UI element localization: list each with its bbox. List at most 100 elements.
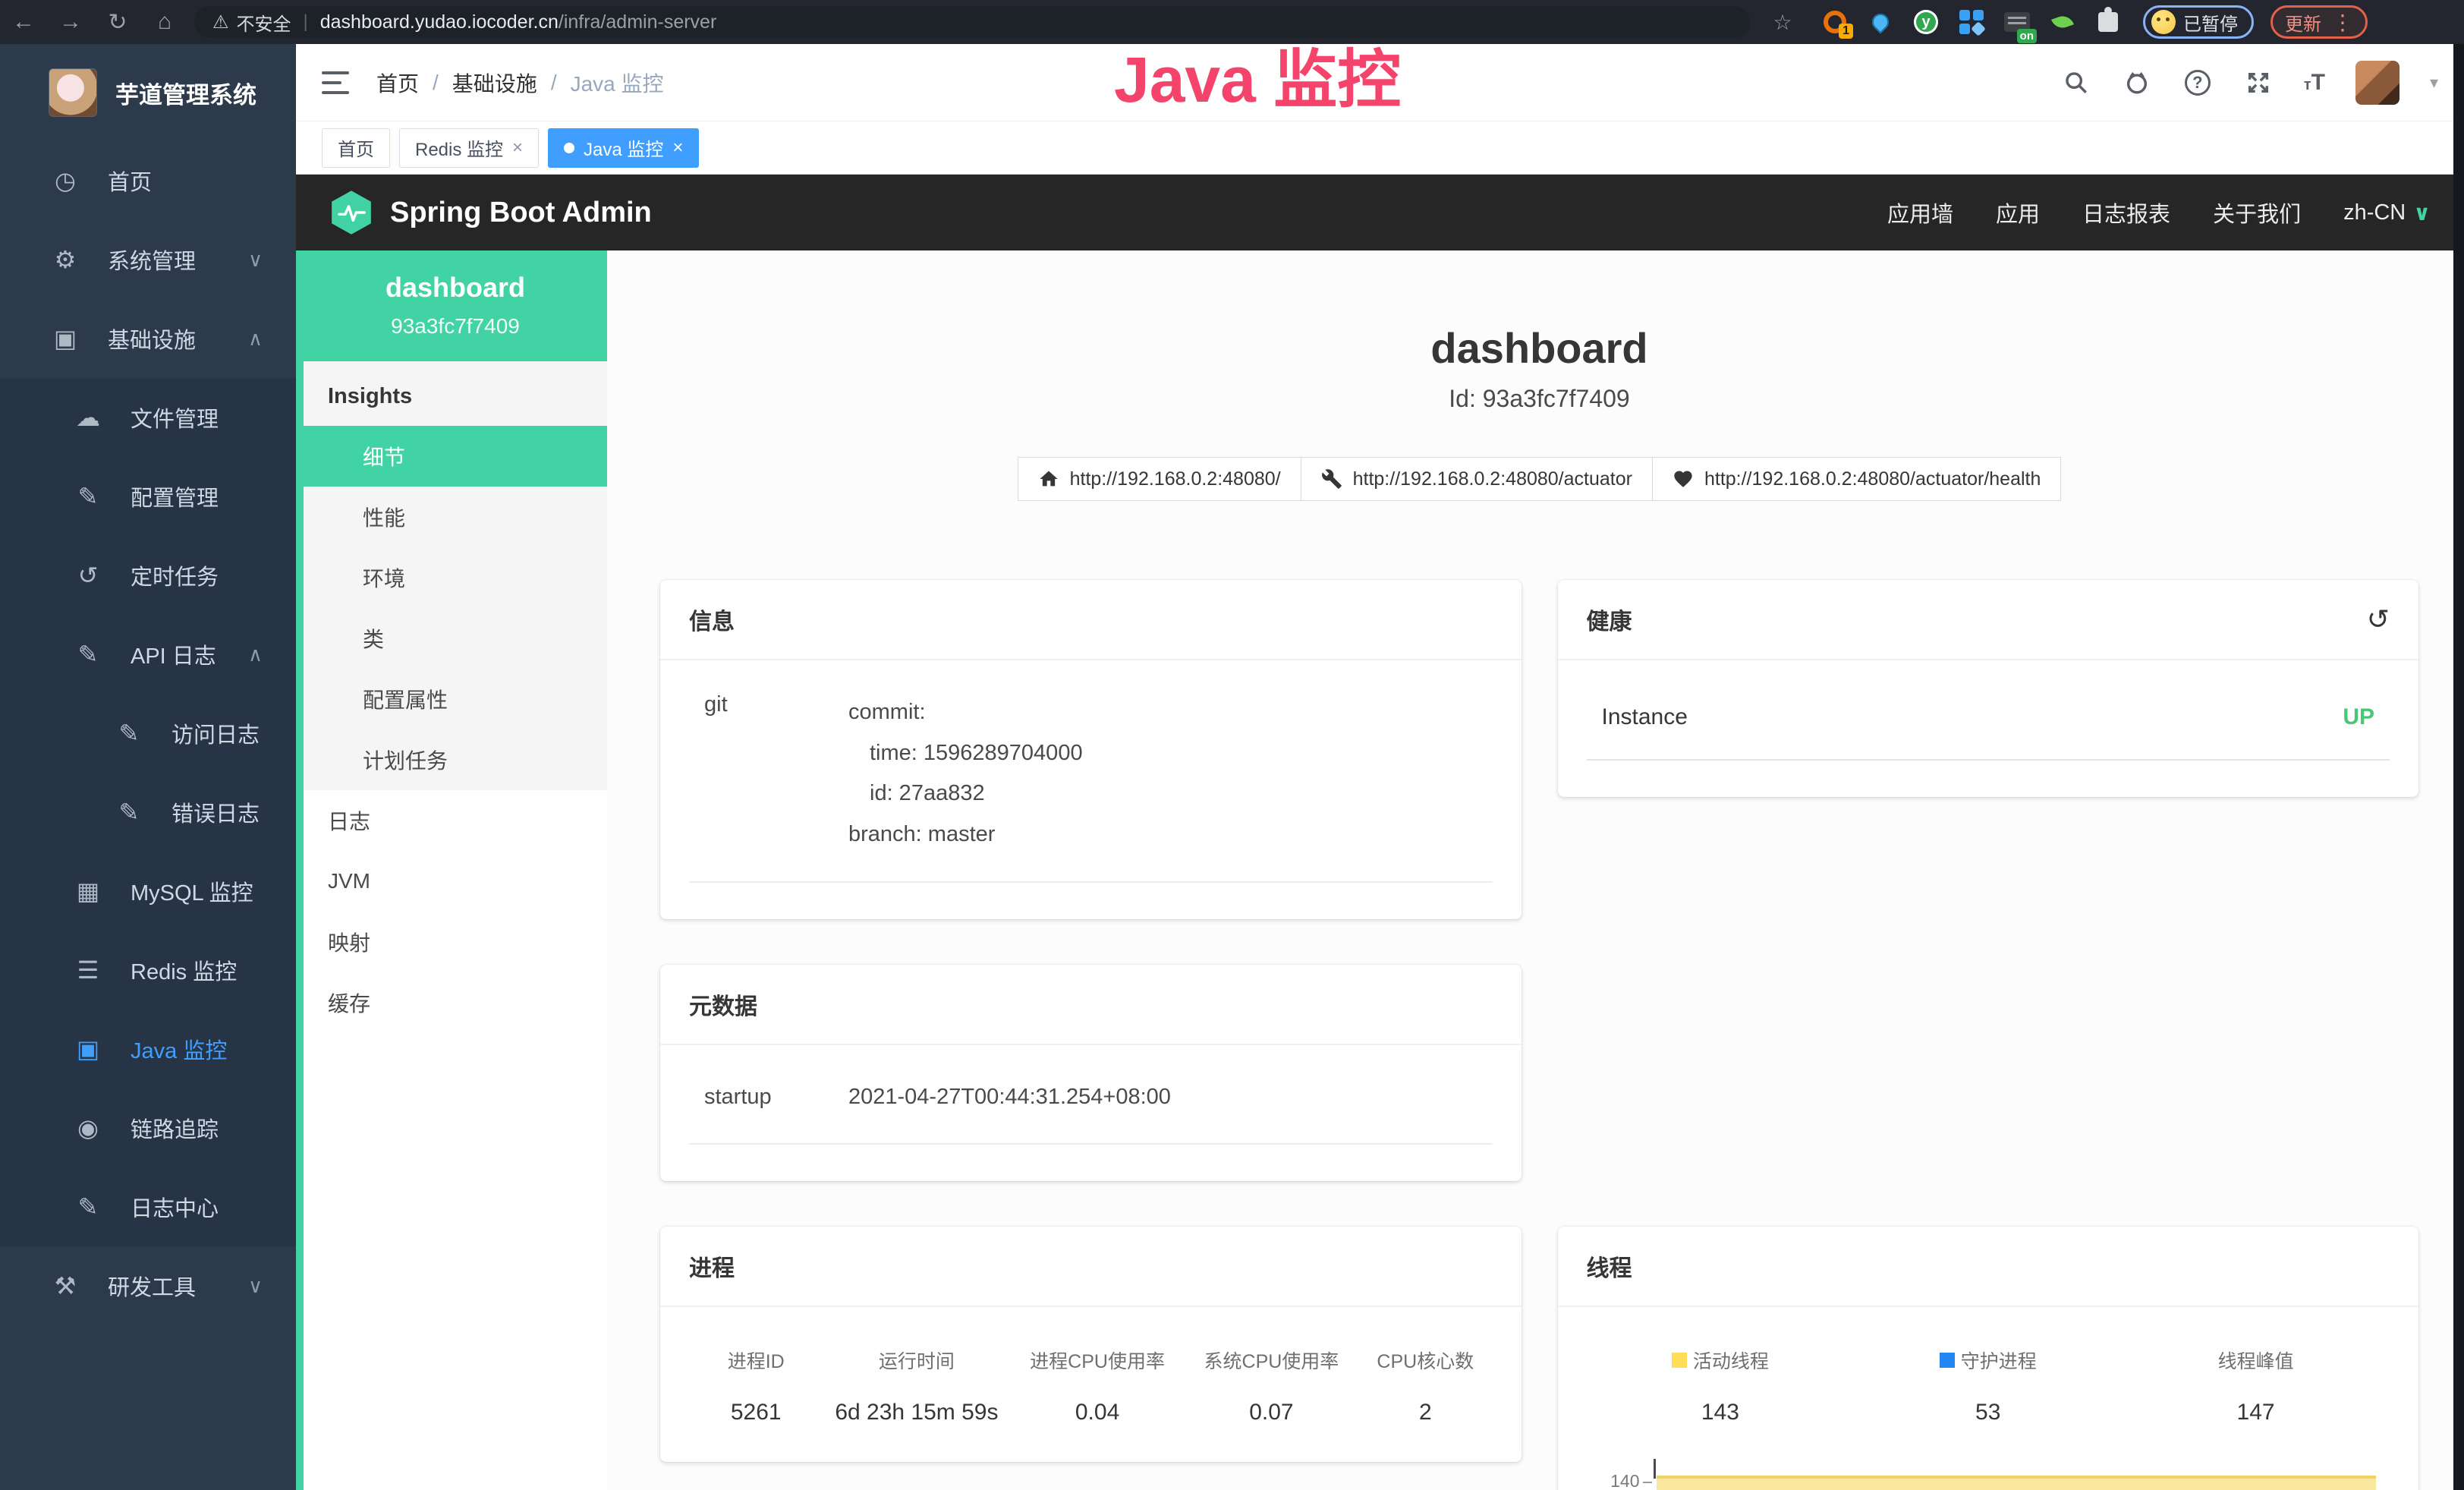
column-header: 进程CPU使用率 <box>1010 1347 1184 1374</box>
security-label[interactable]: 不安全 <box>237 9 291 36</box>
sba-item-scheduled[interactable]: 计划任务 <box>304 729 607 790</box>
sidebar-item-label: 定时任务 <box>131 559 219 591</box>
browser-profile-button[interactable]: 已暂停 <box>2143 5 2254 39</box>
extension-icon-grid[interactable] <box>1958 8 1985 36</box>
column-header: 进程ID <box>689 1347 823 1374</box>
extension-icon-leaf[interactable] <box>2049 8 2076 36</box>
gear-icon: ⚙ <box>50 245 80 274</box>
sidebar-item-label: 链路追踪 <box>131 1112 219 1144</box>
browser-forward-icon[interactable]: → <box>47 9 94 35</box>
tab-label: 首页 <box>338 134 374 161</box>
instance-url-button[interactable]: http://192.168.0.2:48080/ <box>1018 457 1301 501</box>
legend-label: 守护进程 <box>1961 1347 2037 1374</box>
screen: ← → ↻ ⌂ ⚠ 不安全 | dashboard.yudao.iocoder.… <box>0 0 2464 1490</box>
tab-redis-monitor[interactable]: Redis 监控 × <box>399 128 539 168</box>
fullscreen-icon[interactable] <box>2243 68 2274 98</box>
metadata-key: startup <box>689 1085 848 1110</box>
extension-icon-pin[interactable] <box>1867 8 1894 36</box>
actuator-url-button[interactable]: http://192.168.0.2:48080/actuator <box>1301 457 1653 501</box>
browser-reload-icon[interactable]: ↻ <box>94 9 141 36</box>
close-icon[interactable]: × <box>512 137 523 159</box>
health-instance-row: Instance UP <box>1587 692 2390 761</box>
metadata-value: 2021-04-27T00:44:31.254+08:00 <box>848 1077 1171 1118</box>
address-bar[interactable]: ⚠ 不安全 | dashboard.yudao.iocoder.cn/infra… <box>194 6 1750 38</box>
sidebar-logo-row[interactable]: 芋道管理系统 <box>0 44 296 141</box>
sidebar-item-java-monitor[interactable]: ▣ Java 监控 <box>0 1010 296 1088</box>
sba-nav-about[interactable]: 关于我们 <box>2213 197 2301 228</box>
sidebar-item-home[interactable]: ◷ 首页 <box>0 141 296 220</box>
user-avatar[interactable] <box>2355 61 2399 105</box>
cell-value: 0.04 <box>1010 1400 1184 1425</box>
breadcrumb-infrastructure[interactable]: 基础设施 <box>452 68 537 98</box>
sidebar-item-label: API 日志 <box>131 638 216 670</box>
extension-icon-y[interactable]: y <box>1912 8 1940 36</box>
sidebar-item-infrastructure[interactable]: ▣ 基础设施 ∧ <box>0 299 296 378</box>
y-axis-line <box>1654 1459 1656 1479</box>
edit-icon: ✎ <box>73 482 103 511</box>
sidebar-item-api-logs[interactable]: ✎ API 日志 ∧ <box>0 615 296 694</box>
health-url-button[interactable]: http://192.168.0.2:48080/actuator/health <box>1653 457 2061 501</box>
column-header: 运行时间 <box>823 1347 1010 1374</box>
breadcrumb-home[interactable]: 首页 <box>376 68 419 98</box>
sba-language-select[interactable]: zh-CN ∨ <box>2343 200 2431 225</box>
sidebar-item-tracing[interactable]: ◉ 链路追踪 <box>0 1088 296 1167</box>
card-title: 信息 <box>689 603 735 636</box>
sba-item-jvm[interactable]: JVM <box>304 851 607 912</box>
sidebar-item-access-logs[interactable]: ✎ 访问日志 <box>0 694 296 773</box>
sidebar-menu: ◷ 首页 ⚙ 系统管理 ∨ ▣ 基础设施 ∧ ☁ 文件管理 ✎ 配置管 <box>0 141 296 1325</box>
cell-value: 0.07 <box>1185 1400 1358 1425</box>
extension-icon-tampermonkey[interactable]: on <box>2003 8 2031 36</box>
browser-home-icon[interactable]: ⌂ <box>141 9 188 35</box>
search-icon[interactable] <box>2061 68 2091 98</box>
sba-item-classes[interactable]: 类 <box>304 608 607 669</box>
sba-item-logs[interactable]: 日志 <box>304 790 607 851</box>
sidebar-item-config-management[interactable]: ✎ 配置管理 <box>0 457 296 536</box>
help-icon[interactable]: ? <box>2182 68 2213 98</box>
github-icon[interactable] <box>2122 68 2152 98</box>
sba-nav-wallboard[interactable]: 应用墙 <box>1887 197 1953 228</box>
sba-brand-title[interactable]: Spring Boot Admin <box>390 197 652 229</box>
browser-menu-icon[interactable]: ⋮ <box>2332 10 2353 35</box>
sba-item-caches[interactable]: 缓存 <box>304 972 607 1033</box>
font-size-icon[interactable]: тT <box>2304 70 2325 96</box>
hamburger-icon[interactable] <box>322 71 349 94</box>
extension-icon-orange[interactable]: 1 <box>1821 8 1849 36</box>
sba-item-metrics[interactable]: 性能 <box>304 487 607 547</box>
bookmark-star-icon[interactable]: ☆ <box>1764 10 1802 35</box>
process-card: 进程 进程ID5261 运行时间6d 23h 15m 59s 进程CPU使用率0… <box>660 1227 1522 1462</box>
sidebar-item-system[interactable]: ⚙ 系统管理 ∨ <box>0 220 296 299</box>
sidebar-item-log-center[interactable]: ✎ 日志中心 <box>0 1167 296 1246</box>
legend-swatch-daemon <box>1940 1353 1955 1368</box>
page-url[interactable]: dashboard.yudao.iocoder.cn/infra/admin-s… <box>320 11 717 33</box>
sidebar-item-scheduled-tasks[interactable]: ↺ 定时任务 <box>0 536 296 615</box>
sidebar-item-devtools[interactable]: ⚒ 研发工具 ∨ <box>0 1246 296 1325</box>
sidebar-item-label: 首页 <box>108 165 152 197</box>
sba-item-mappings[interactable]: 映射 <box>304 912 607 972</box>
sba-nav-journal[interactable]: 日志报表 <box>2082 197 2170 228</box>
legend-value: 53 <box>1854 1400 2122 1425</box>
extensions-puzzle-icon[interactable] <box>2094 8 2122 36</box>
sba-item-details[interactable]: 细节 <box>304 426 607 487</box>
sidebar-item-error-logs[interactable]: ✎ 错误日志 <box>0 773 296 852</box>
sba-item-environment[interactable]: 环境 <box>304 547 607 608</box>
history-icon[interactable]: ↺ <box>2367 603 2390 635</box>
sba-nav-applications[interactable]: 应用 <box>1996 197 2040 228</box>
caret-down-icon[interactable]: ▾ <box>2430 73 2438 93</box>
header-actions: ? тT ▾ <box>2061 61 2438 105</box>
sidebar-item-mysql-monitor[interactable]: ▦ MySQL 监控 <box>0 852 296 931</box>
tab-java-monitor[interactable]: Java 监控 × <box>548 128 699 168</box>
card-title: 元数据 <box>689 988 757 1021</box>
extensions-row: 1 y on <box>1821 8 2122 36</box>
sidebar-item-file-management[interactable]: ☁ 文件管理 <box>0 378 296 457</box>
cloud-icon: ☁ <box>73 403 103 432</box>
log-icon: ✎ <box>73 640 103 669</box>
url-path: /infra/admin-server <box>559 11 716 33</box>
close-icon[interactable]: × <box>672 137 683 159</box>
browser-update-button[interactable]: 更新 ⋮ <box>2270 5 2368 39</box>
sba-item-config-props[interactable]: 配置属性 <box>304 669 607 729</box>
browser-back-icon[interactable]: ← <box>0 9 47 35</box>
sidebar-item-redis-monitor[interactable]: ☰ Redis 监控 <box>0 931 296 1010</box>
page-scrollbar[interactable] <box>2453 44 2464 1490</box>
tab-home[interactable]: 首页 <box>322 128 390 168</box>
sba-app-block[interactable]: dashboard 93a3fc7f7409 <box>304 250 607 361</box>
